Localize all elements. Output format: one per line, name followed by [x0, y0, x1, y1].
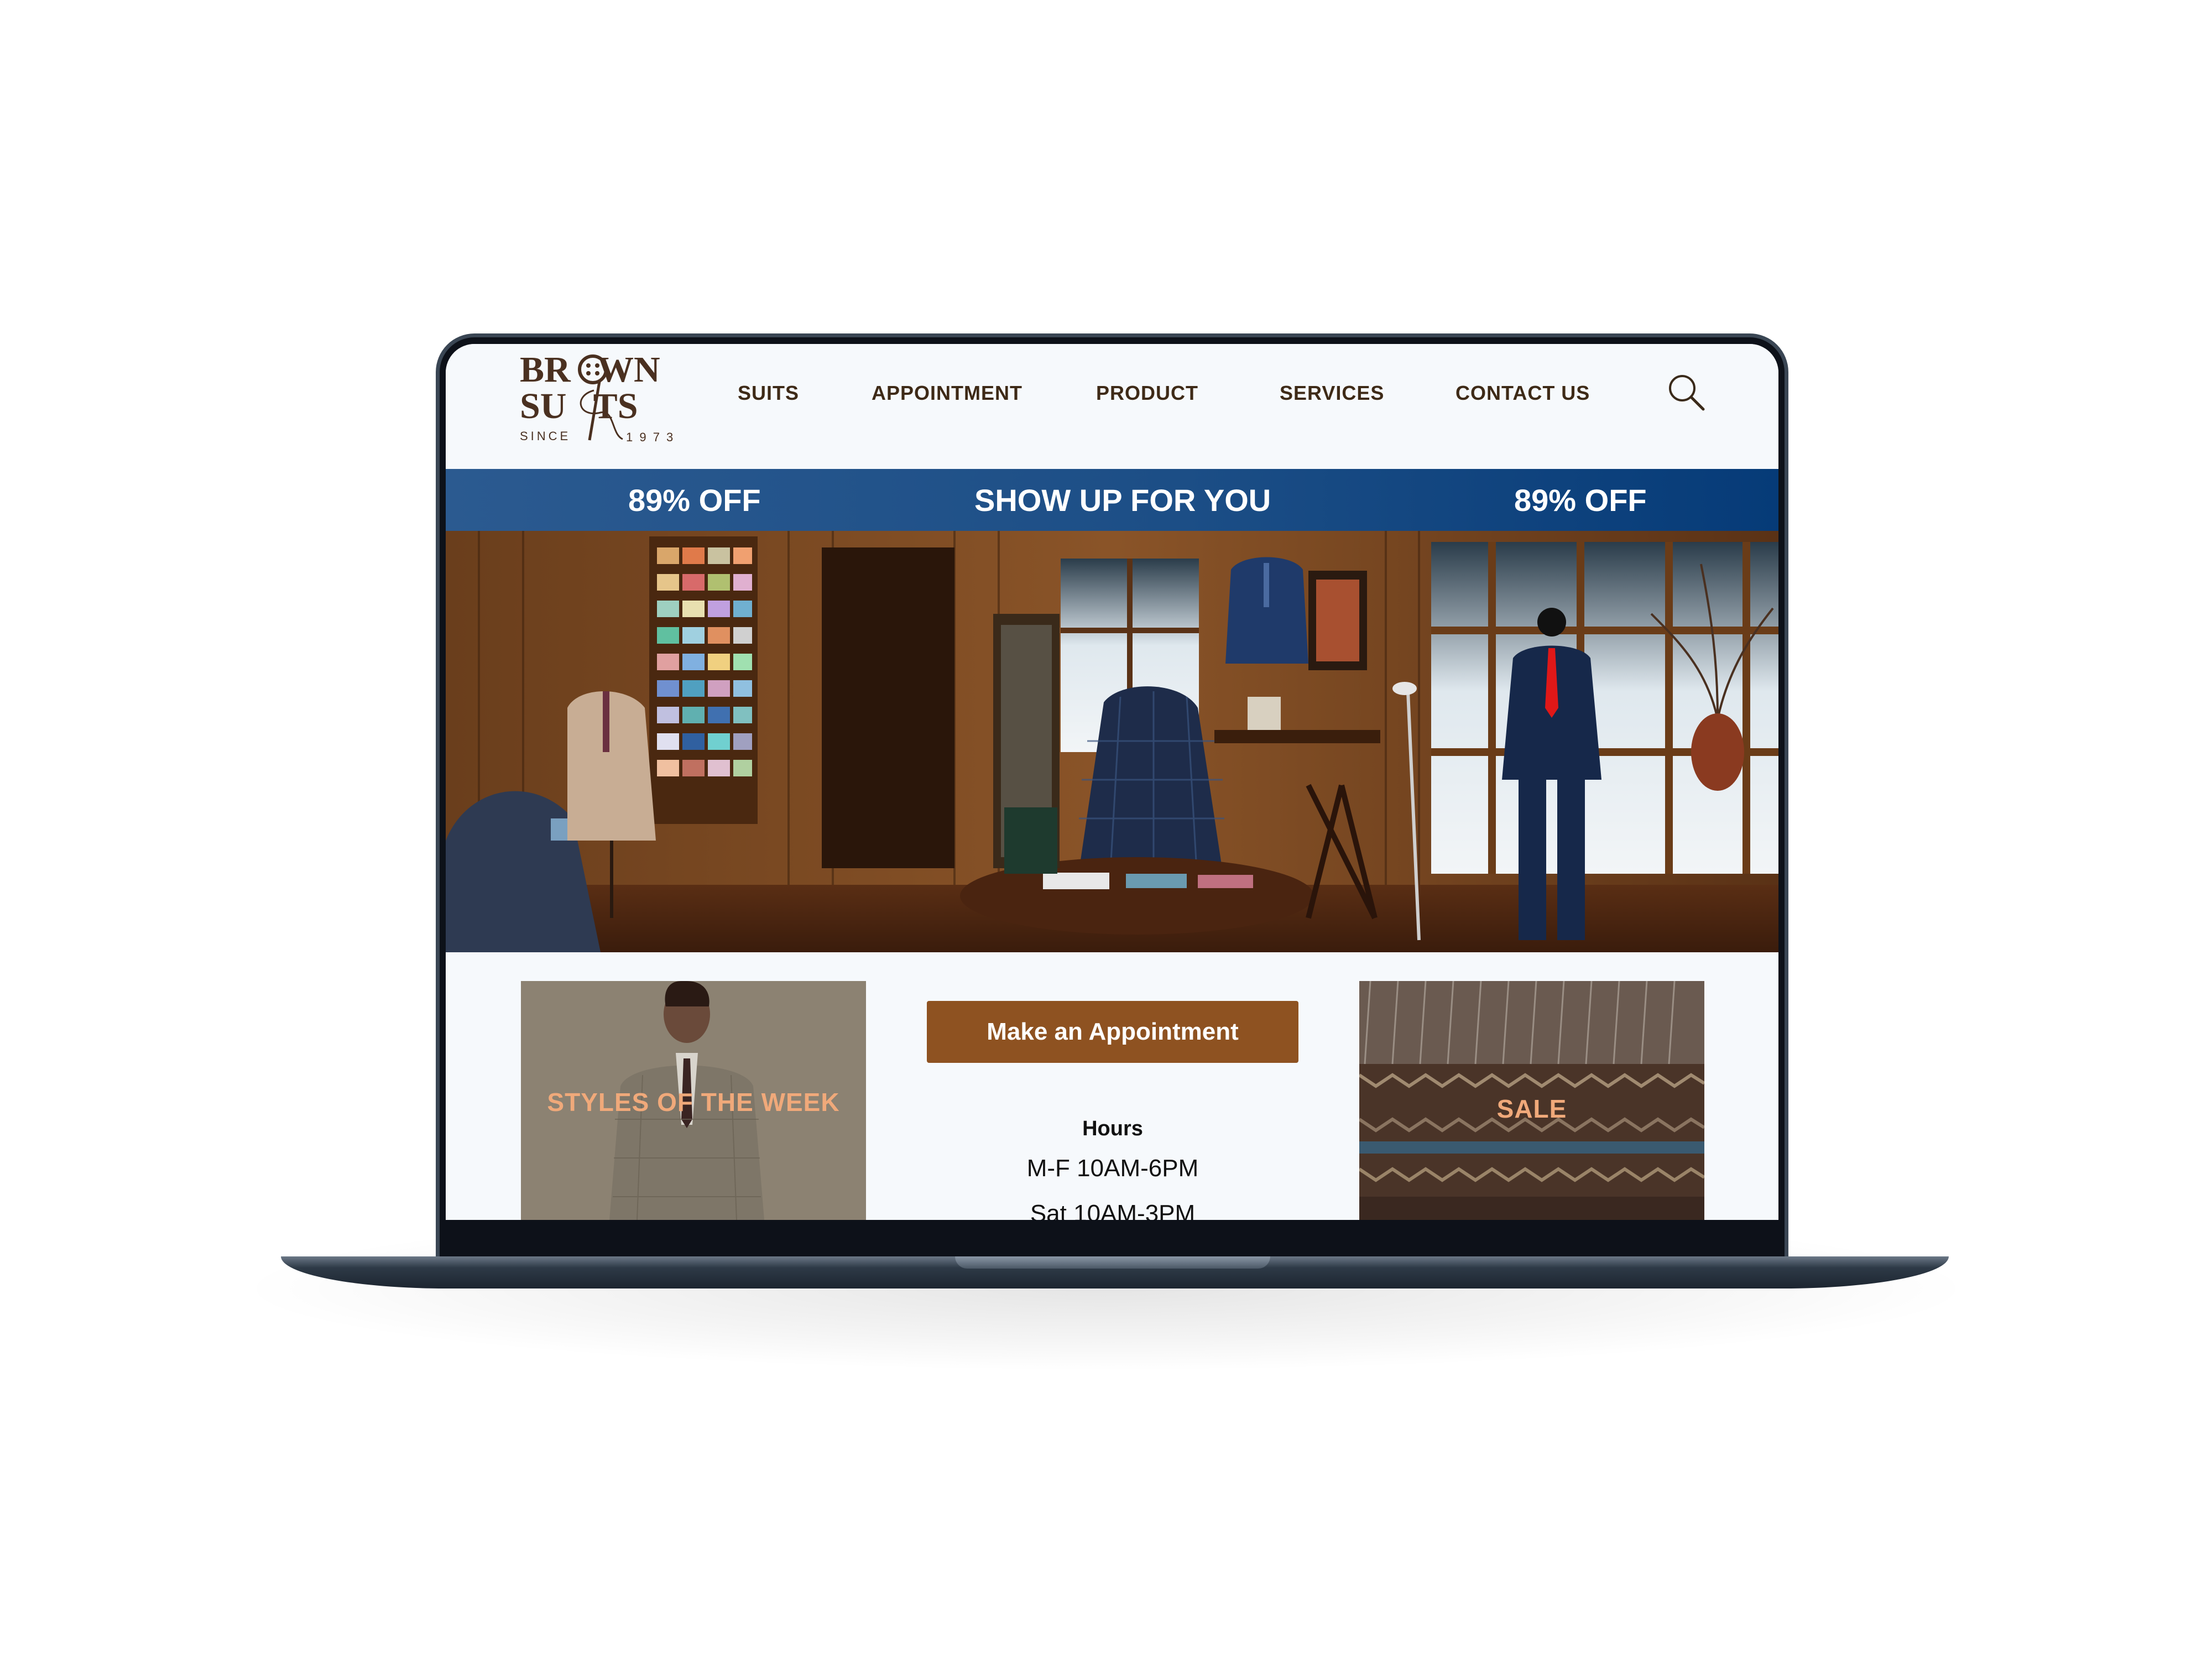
banner-center-text: SHOW UP FOR YOU [974, 483, 1271, 518]
hours-weekday: M-F 10AM-6PM [1026, 1155, 1199, 1182]
laptop-screen: BR WN SU TS SINCE 1 9 7 3 SUITS APPOINTM… [446, 344, 1778, 1220]
make-appointment-button[interactable]: Make an Appointment [927, 1001, 1298, 1063]
styles-of-the-week-tile[interactable]: STYLES OF THE WEEK [521, 981, 866, 1220]
banner-left-text: 89% OFF [628, 483, 761, 518]
main-nav: SUITS APPOINTMENT PRODUCT SERVICES CONTA… [446, 344, 1778, 469]
nav-item-services[interactable]: SERVICES [1280, 382, 1384, 405]
sale-label: SALE [1496, 1094, 1567, 1123]
sale-tile[interactable]: SALE [1359, 981, 1704, 1220]
laptop-hinge-notch [955, 1256, 1270, 1269]
nav-item-appointment[interactable]: APPOINTMENT [872, 382, 1022, 405]
hero-store-photo [446, 531, 1778, 952]
site-header: BR WN SU TS SINCE 1 9 7 3 SUITS APPOINTM… [446, 344, 1778, 469]
banner-right-text: 89% OFF [1514, 483, 1647, 518]
search-icon[interactable] [1667, 373, 1705, 411]
hours-title: Hours [1082, 1117, 1143, 1140]
nav-item-product[interactable]: PRODUCT [1096, 382, 1198, 405]
nav-item-contact-us[interactable]: CONTACT US [1455, 382, 1590, 405]
styles-of-the-week-label: STYLES OF THE WEEK [547, 1088, 840, 1117]
hours-saturday: Sat 10AM-3PM [1030, 1200, 1196, 1220]
promo-banner[interactable]: 89% OFF SHOW UP FOR YOU 89% OFF [446, 469, 1778, 531]
nav-item-suits[interactable]: SUITS [738, 382, 799, 405]
